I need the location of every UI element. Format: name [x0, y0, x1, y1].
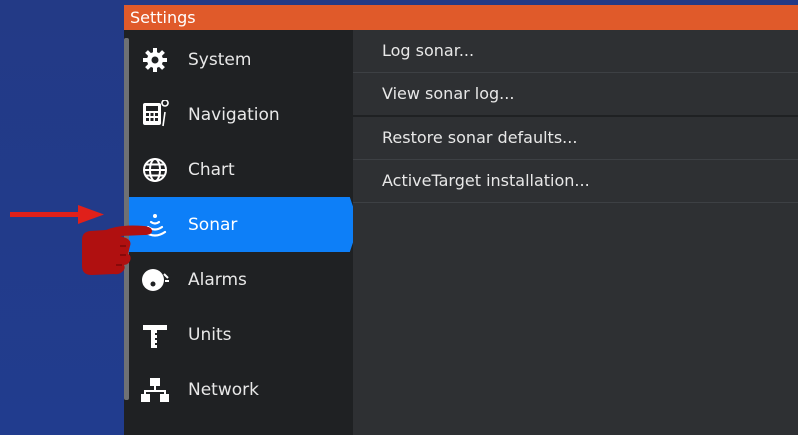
menu-item-activetarget-installation[interactable]: ActiveTarget installation... — [353, 160, 798, 203]
sidebar-item-units[interactable]: Units — [129, 307, 353, 362]
window-title: Settings — [124, 5, 798, 30]
sidebar-item-alarms[interactable]: Alarms — [129, 252, 353, 307]
calculator-icon — [137, 97, 173, 133]
sidebar-item-sonar[interactable]: Sonar — [129, 197, 359, 252]
sidebar-item-chart[interactable]: Chart — [129, 142, 353, 197]
sidebar-item-label: System — [188, 49, 252, 70]
menu-item-log-sonar[interactable]: Log sonar... — [353, 30, 798, 73]
sonar-settings-panel: Log sonar... View sonar log... Restore s… — [353, 30, 798, 435]
settings-window: Settings System Navigation Chart Sonar A… — [124, 5, 798, 435]
pointing-hand-icon — [82, 225, 152, 275]
ruler-icon — [137, 317, 173, 353]
sidebar-item-label: Network — [188, 379, 259, 400]
sidebar-item-network[interactable]: Network — [129, 362, 353, 417]
sidebar-item-label: Units — [188, 324, 232, 345]
globe-icon — [137, 152, 173, 188]
sidebar-item-navigation[interactable]: Navigation — [129, 87, 353, 142]
sidebar-item-label: Chart — [188, 159, 235, 180]
sidebar-item-label: Navigation — [188, 104, 280, 125]
network-icon — [137, 372, 173, 408]
menu-item-view-sonar-log[interactable]: View sonar log... — [353, 73, 798, 117]
menu-item-restore-sonar-defaults[interactable]: Restore sonar defaults... — [353, 117, 798, 160]
sidebar-item-system[interactable]: System — [129, 32, 353, 87]
sidebar-item-label: Sonar — [188, 214, 238, 235]
sidebar-item-label: Alarms — [188, 269, 247, 290]
gear-icon — [137, 42, 173, 78]
